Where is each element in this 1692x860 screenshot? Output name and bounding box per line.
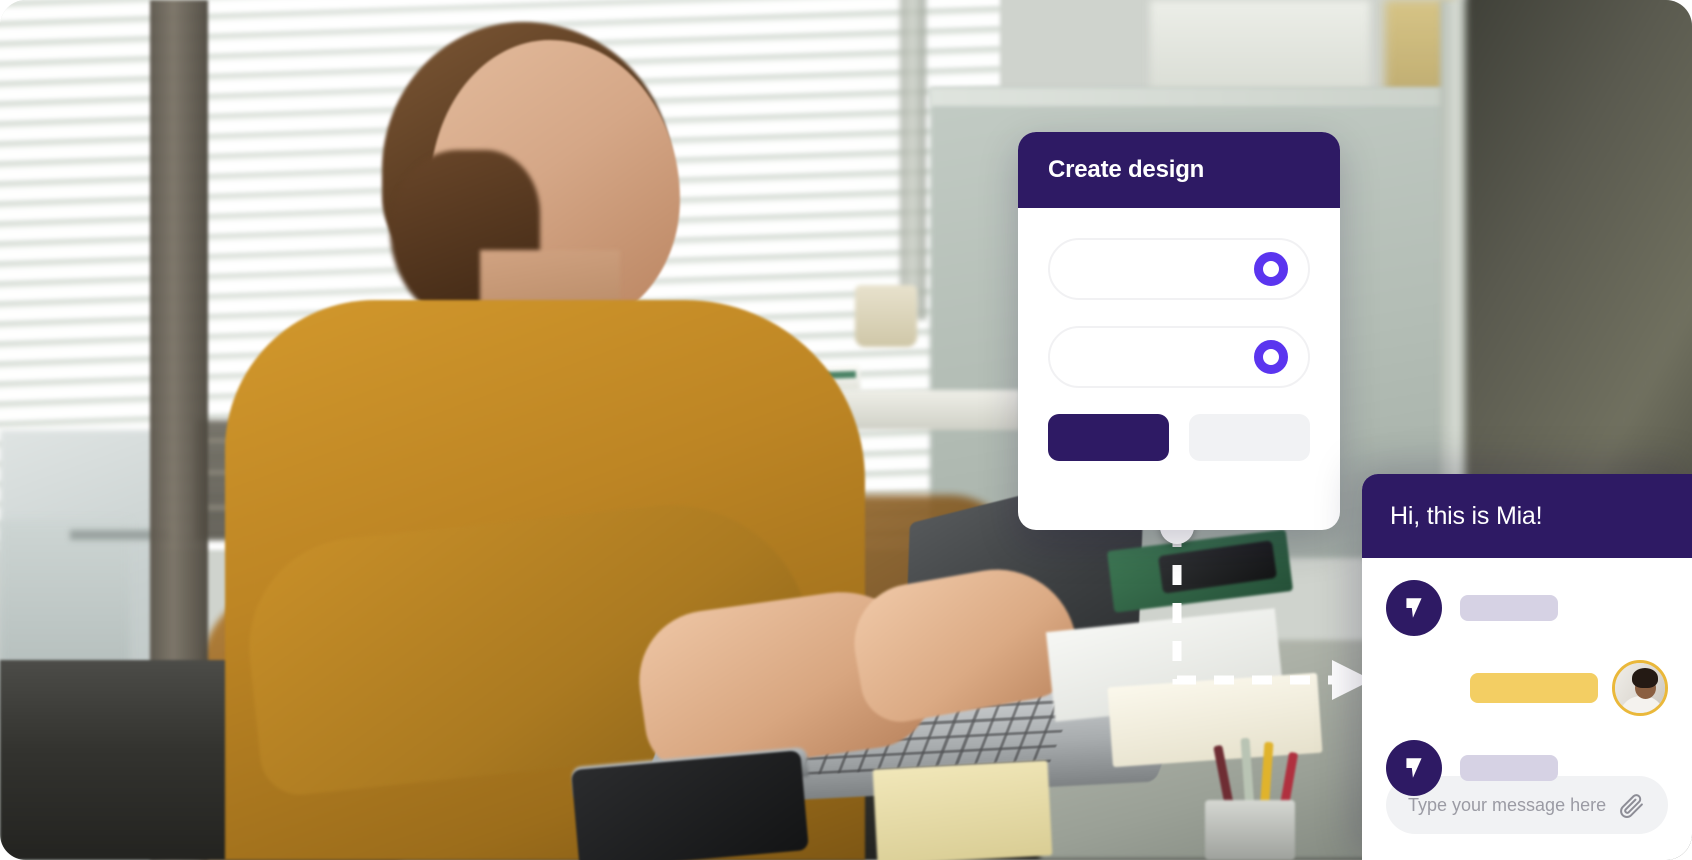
radio-ring-icon[interactable] [1254,340,1288,374]
chat-input-placeholder[interactable]: Type your message here [1408,795,1618,816]
chat-bubble-user [1470,673,1598,703]
avatar [1612,660,1668,716]
chat-message-bot-1 [1386,580,1668,636]
avatar-hair [1632,668,1658,688]
paperclip-icon[interactable] [1618,791,1646,819]
chat-bubble-bot [1460,595,1558,621]
chat-widget: Hi, this is Mia! Type your message here [1362,474,1692,860]
design-field-1[interactable] [1048,238,1310,300]
chat-message-list [1362,558,1692,796]
bolt-seven-logo-icon [1386,740,1442,796]
create-design-card-header: Create design [1018,132,1340,208]
pencil-cup [1205,800,1295,860]
create-design-card: Create design [1018,132,1340,530]
background-mug [855,285,917,347]
create-design-card-body [1018,208,1340,461]
secondary-action-button[interactable] [1189,414,1310,461]
design-field-2[interactable] [1048,326,1310,388]
screenshot-frame: Create design Hi, this is Mia! Type your… [0,0,1692,860]
window-mullion-right [900,0,926,320]
foreground-phone [571,750,809,860]
cubicle-partition-top [930,88,1490,106]
radio-ring-icon[interactable] [1254,252,1288,286]
create-design-title: Create design [1048,156,1205,183]
chat-message-user-1 [1386,660,1668,716]
chat-header: Hi, this is Mia! [1362,474,1692,558]
chat-title: Hi, this is Mia! [1390,501,1543,530]
sticky-notepad [872,760,1053,860]
primary-action-button[interactable] [1048,414,1169,461]
chat-bubble-bot [1460,755,1558,781]
design-card-actions [1048,414,1310,461]
bolt-seven-logo-icon [1386,580,1442,636]
